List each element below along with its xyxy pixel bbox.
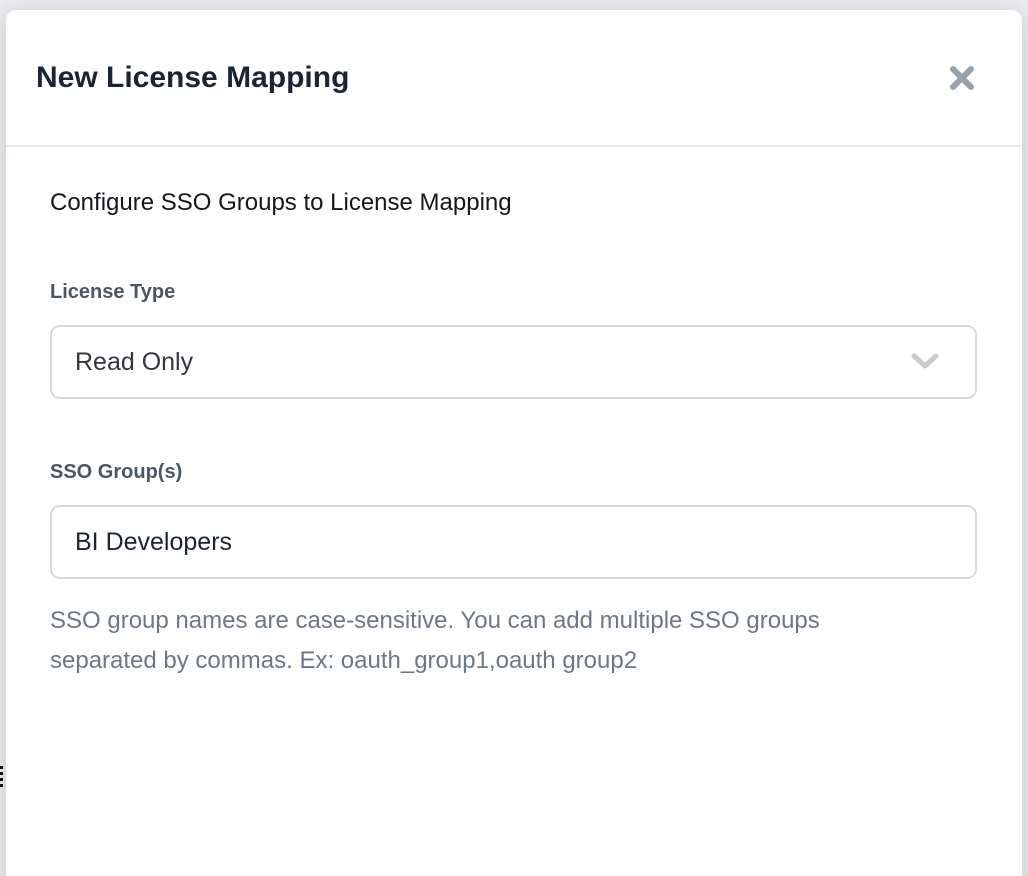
license-type-select[interactable]: Read Only	[50, 325, 977, 399]
list-dash	[0, 784, 3, 787]
list-dash	[0, 766, 3, 769]
license-type-field: License Type Read Only	[50, 281, 977, 399]
sso-groups-field: SSO Group(s) SSO group names are case-se…	[50, 461, 977, 681]
background-list-icon-fragment	[0, 766, 3, 787]
page-backdrop: New License Mapping Configure SSO Groups…	[0, 0, 1028, 876]
close-button[interactable]	[942, 58, 982, 98]
modal-header: New License Mapping	[6, 10, 1022, 147]
list-dash	[0, 778, 3, 781]
modal-description: Configure SSO Groups to License Mapping	[50, 189, 977, 217]
modal-body: Configure SSO Groups to License Mapping …	[6, 147, 1022, 681]
sso-groups-input[interactable]	[50, 505, 977, 579]
license-type-label: License Type	[50, 281, 977, 304]
list-dash	[0, 772, 3, 775]
new-license-mapping-modal: New License Mapping Configure SSO Groups…	[6, 10, 1022, 876]
modal-title: New License Mapping	[36, 61, 349, 95]
x-close-icon	[948, 64, 976, 92]
chevron-down-icon	[911, 353, 939, 371]
sso-groups-help-text: SSO group names are case-sensitive. You …	[50, 601, 912, 681]
sso-groups-label: SSO Group(s)	[50, 461, 977, 484]
license-type-selected-value: Read Only	[75, 348, 193, 377]
